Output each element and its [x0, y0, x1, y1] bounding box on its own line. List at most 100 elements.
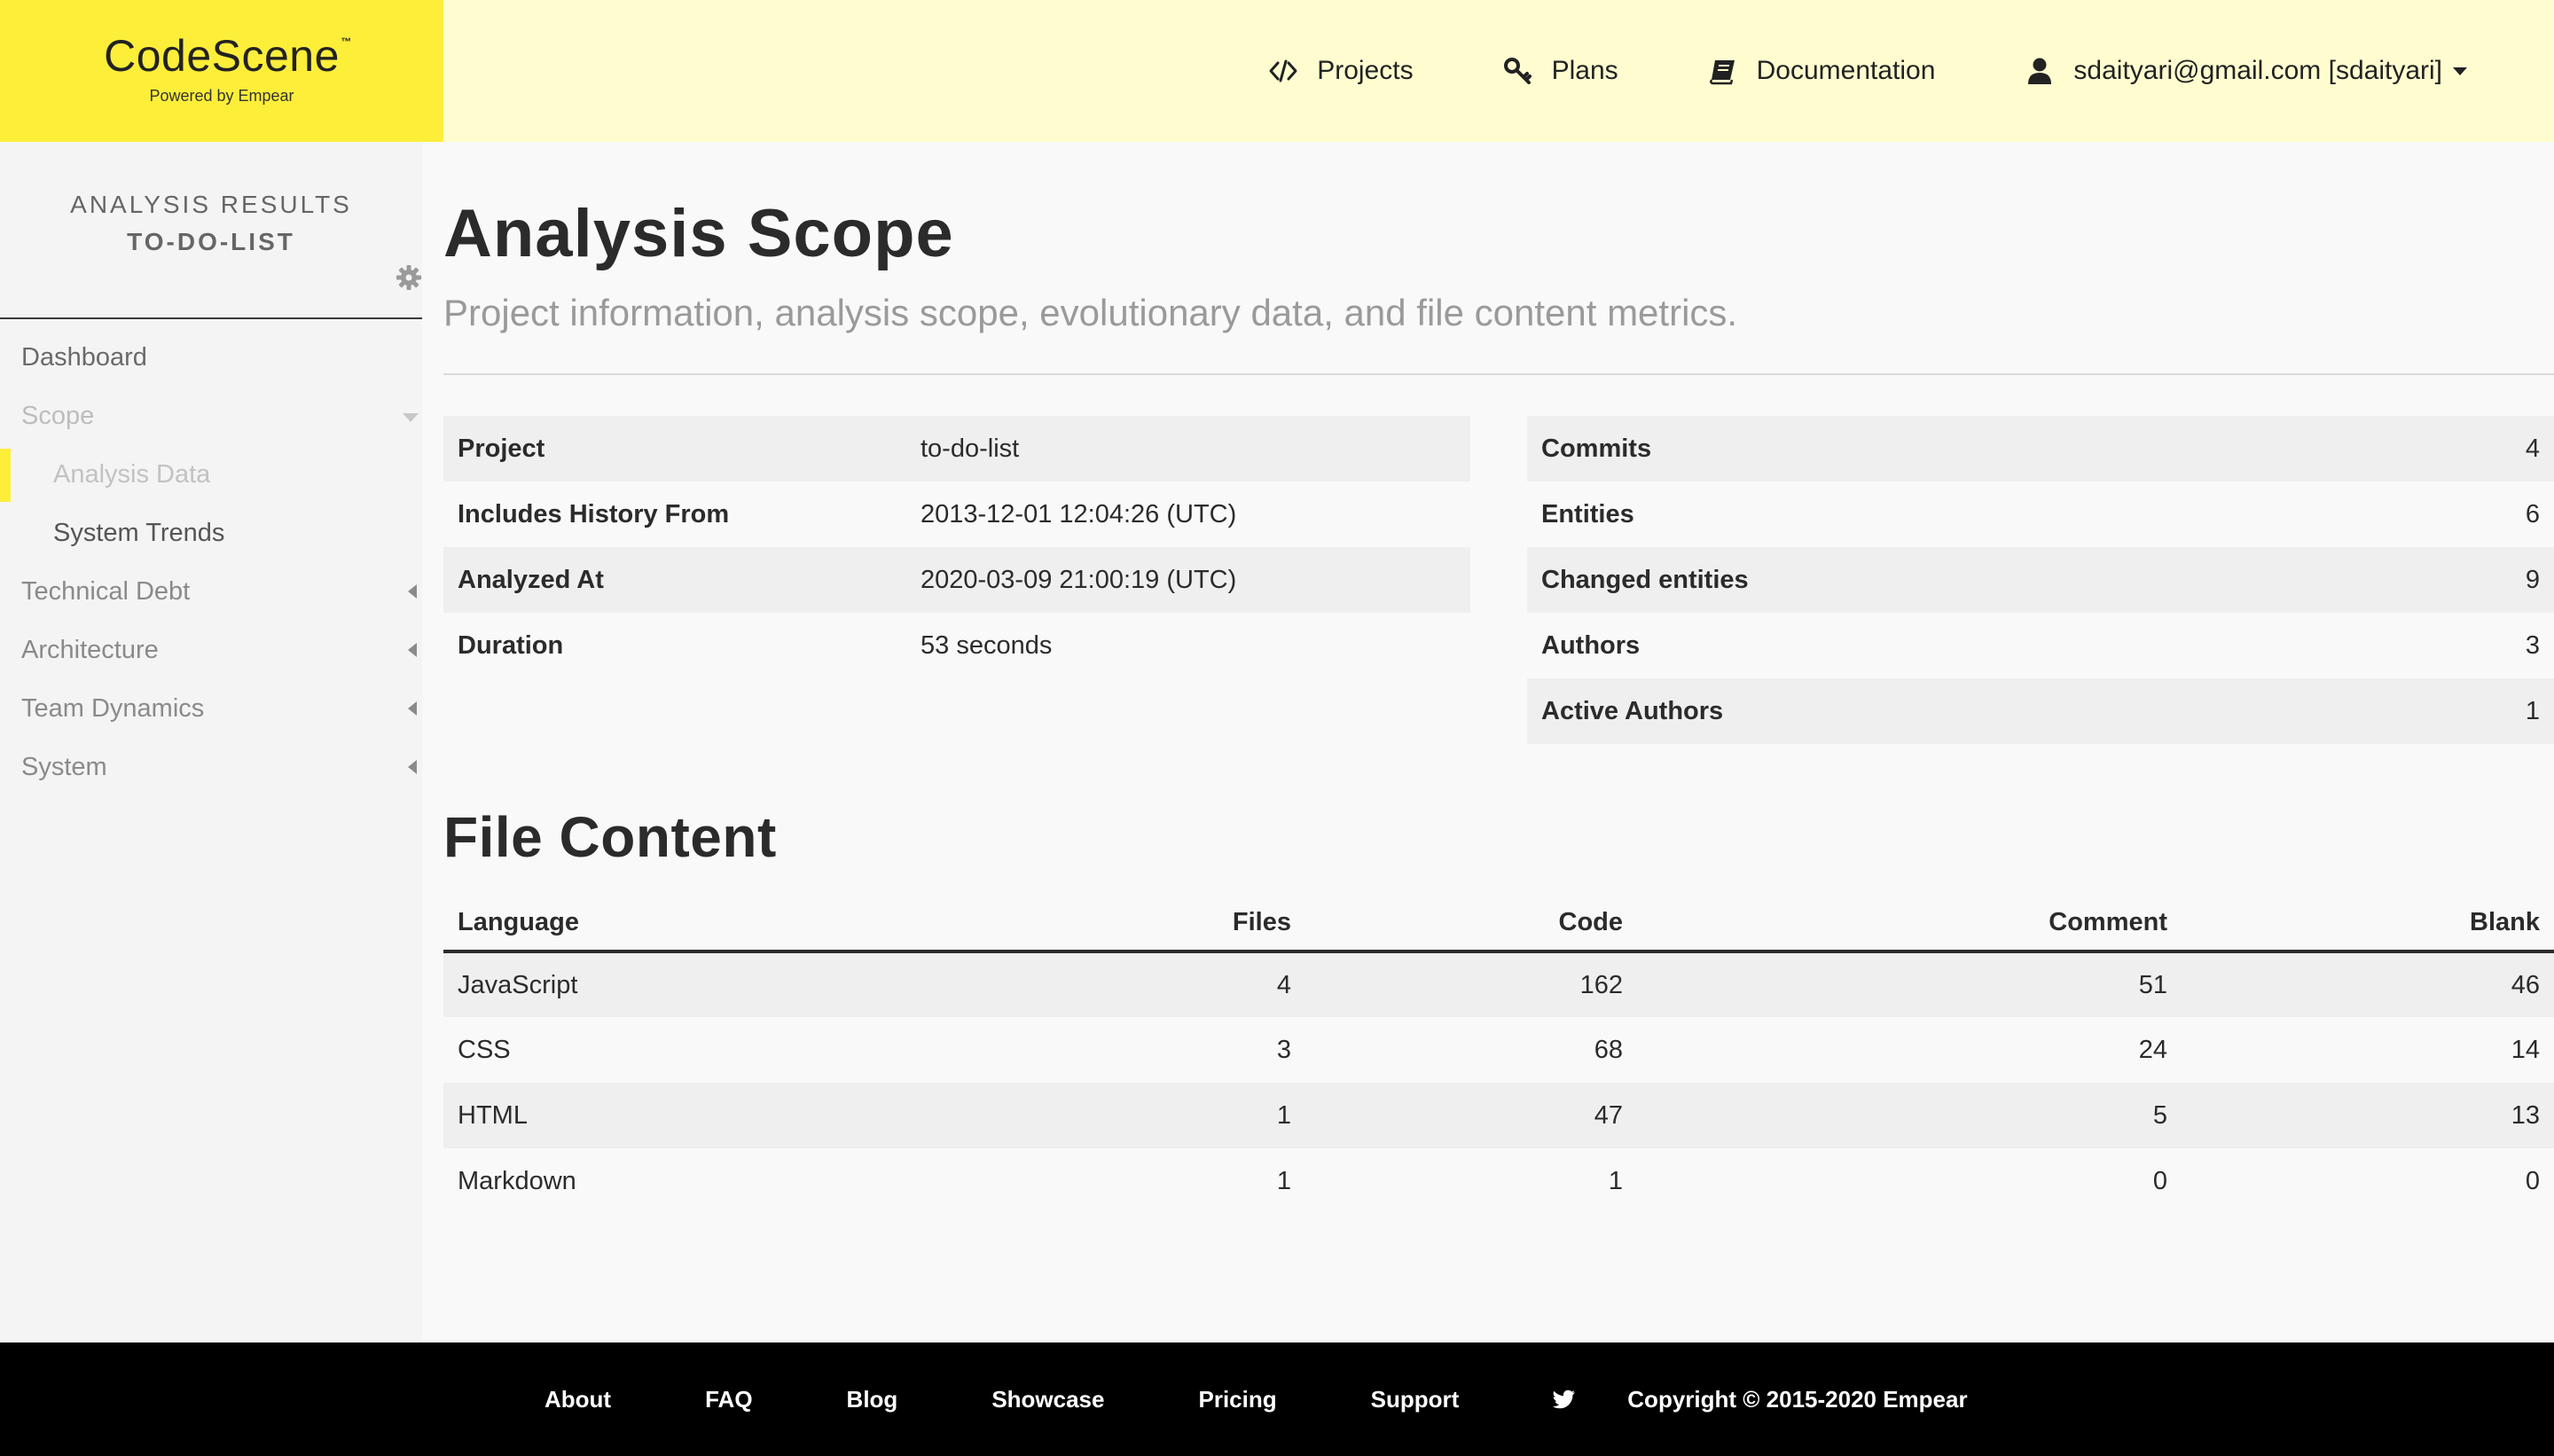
row-value: 1: [2525, 696, 2540, 725]
twitter-icon[interactable]: [1553, 1389, 1576, 1409]
cell-code: 1: [1608, 1166, 1623, 1195]
file-content-table: Language Files Code Comment Blank JavaSc…: [443, 895, 2554, 1214]
sidebar-item-scope[interactable]: Scope: [0, 387, 422, 445]
logo-tagline: Powered by Empear: [149, 87, 294, 105]
row-value: 2020-03-09 21:00:19 (UTC): [921, 565, 1237, 594]
footer: About FAQ Blog Showcase Pricing Support …: [0, 1342, 2554, 1456]
column-header-code[interactable]: Code: [1305, 895, 1637, 953]
table-row: Active Authors 1: [1527, 678, 2554, 744]
caret-left-icon: [408, 584, 417, 599]
cell-comment: 0: [2152, 1166, 2167, 1195]
table-row: HTML 1 47 5 13: [443, 1083, 2554, 1148]
row-value: to-do-list: [921, 434, 1020, 463]
row-key: Includes History From: [458, 499, 730, 528]
cell-comment: 51: [2138, 970, 2167, 999]
nav-documentation[interactable]: Documentation: [1705, 53, 1936, 89]
footer-link-showcase[interactable]: Showcase: [991, 1386, 1104, 1413]
nav-projects-label: Projects: [1317, 56, 1414, 85]
footer-link-pricing[interactable]: Pricing: [1198, 1386, 1276, 1413]
sidebar-item-system-trends[interactable]: System Trends: [0, 504, 422, 562]
gear-icon[interactable]: [396, 264, 422, 291]
cell-code: 68: [1594, 1035, 1623, 1064]
logo-name-text: CodeScene: [104, 31, 340, 81]
table-row: Project to-do-list: [443, 416, 1470, 481]
cell-blank: 13: [2511, 1100, 2540, 1130]
cell-code: 47: [1594, 1100, 1623, 1130]
sidebar-project-name: TO-DO-LIST: [127, 228, 295, 255]
sidebar-title: ANALYSIS RESULTS: [70, 191, 352, 218]
footer-link-support[interactable]: Support: [1371, 1386, 1460, 1413]
column-header-blank[interactable]: Blank: [2182, 895, 2554, 953]
sidebar-nav: Dashboard Scope Analysis Data System Tre…: [0, 319, 422, 796]
caret-down-icon: [403, 413, 419, 422]
table-row: Includes History From 2013-12-01 12:04:2…: [443, 481, 1470, 547]
cell-files: 1: [1276, 1100, 1291, 1130]
nav-projects[interactable]: Projects: [1265, 53, 1414, 89]
table-row: Changed entities 9: [1527, 547, 2554, 613]
user-email-label: sdaityari@gmail.com [sdaityari]: [2073, 56, 2442, 85]
sidebar-item-architecture[interactable]: Architecture: [0, 621, 422, 679]
sidebar-header: ANALYSIS RESULTS TO-DO-LIST: [0, 142, 422, 319]
sidebar-item-technical-debt[interactable]: Technical Debt: [0, 562, 422, 621]
row-value: 6: [2525, 499, 2540, 528]
active-indicator: [0, 449, 11, 502]
table-row: Duration 53 seconds: [443, 613, 1470, 678]
footer-link-about[interactable]: About: [544, 1386, 611, 1413]
sidebar-item-label: Analysis Data: [53, 459, 211, 489]
sidebar: ANALYSIS RESULTS TO-DO-LIST Dashboard Sc…: [0, 142, 422, 1342]
divider: [443, 373, 2554, 375]
key-icon: [1500, 53, 1536, 89]
sidebar-item-label: Architecture: [21, 635, 159, 664]
row-key: Active Authors: [1541, 696, 1724, 725]
caret-left-icon: [408, 643, 417, 657]
table-row: Entities 6: [1527, 481, 2554, 547]
code-icon: [1265, 53, 1301, 89]
page-subtitle: Project information, analysis scope, evo…: [443, 292, 1738, 333]
top-navigation: Projects Plans Documentation sdaityari@g…: [1179, 0, 2467, 142]
table-row: CSS 3 68 24 14: [443, 1017, 2554, 1083]
row-key: Changed entities: [1541, 565, 1749, 594]
sidebar-item-dashboard[interactable]: Dashboard: [0, 328, 422, 387]
row-key: Analyzed At: [458, 565, 604, 594]
footer-link-blog[interactable]: Blog: [847, 1386, 898, 1413]
column-header-files[interactable]: Files: [816, 895, 1305, 953]
logo-trademark: ™: [341, 35, 352, 48]
main-content: Analysis Scope Project information, anal…: [443, 142, 2554, 1214]
row-key: Project: [458, 434, 545, 463]
row-key: Entities: [1541, 499, 1634, 528]
sidebar-item-label: System Trends: [53, 518, 225, 547]
cell-language: CSS: [458, 1035, 511, 1064]
nav-documentation-label: Documentation: [1756, 56, 1936, 85]
codescene-logo[interactable]: CodeScene ™ Powered by Empear: [0, 0, 443, 142]
sidebar-item-label: Technical Debt: [21, 576, 191, 606]
sidebar-item-team-dynamics[interactable]: Team Dynamics: [0, 679, 422, 738]
row-key: Authors: [1541, 630, 1641, 660]
cell-comment: 5: [2152, 1100, 2167, 1130]
row-value: 9: [2525, 565, 2540, 594]
cell-blank: 14: [2511, 1035, 2540, 1064]
cell-language: HTML: [458, 1100, 528, 1130]
cell-code: 162: [1579, 970, 1623, 999]
sidebar-item-label: Dashboard: [21, 342, 147, 372]
user-menu[interactable]: sdaityari@gmail.com [sdaityari]: [2022, 53, 2467, 89]
book-icon: [1705, 53, 1741, 89]
row-value: 53 seconds: [921, 630, 1053, 660]
cell-language: Markdown: [458, 1166, 576, 1195]
user-icon: [2022, 53, 2057, 89]
sidebar-item-analysis-data[interactable]: Analysis Data: [0, 445, 422, 504]
column-header-language[interactable]: Language: [443, 895, 816, 953]
caret-left-icon: [408, 701, 417, 716]
top-header: CodeScene ™ Powered by Empear Projects Pl…: [0, 0, 2554, 142]
file-content-title: File Content: [443, 805, 777, 869]
footer-link-faq[interactable]: FAQ: [705, 1386, 752, 1413]
row-value: 4: [2525, 434, 2540, 463]
cell-blank: 46: [2511, 970, 2540, 999]
cell-files: 3: [1276, 1035, 1291, 1064]
cell-comment: 24: [2138, 1035, 2167, 1064]
nav-plans[interactable]: Plans: [1500, 53, 1618, 89]
sidebar-item-system[interactable]: System: [0, 738, 422, 796]
table-row: Commits 4: [1527, 416, 2554, 481]
table-header-row: Language Files Code Comment Blank: [443, 895, 2554, 953]
column-header-comment[interactable]: Comment: [1637, 895, 2182, 953]
cell-language: JavaScript: [458, 970, 578, 999]
